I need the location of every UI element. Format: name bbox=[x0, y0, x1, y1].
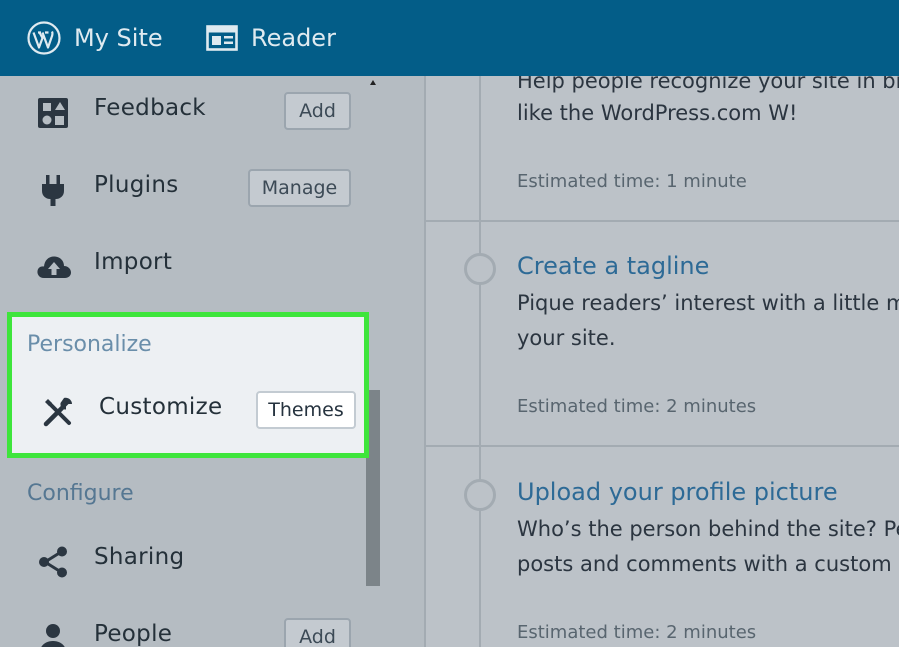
checklist-timeline bbox=[479, 76, 481, 647]
plugins-manage-button[interactable]: Manage bbox=[248, 169, 351, 207]
sidebar-item-people[interactable]: People Add bbox=[0, 606, 364, 647]
reader-nav[interactable]: Reader bbox=[206, 0, 336, 76]
sidebar-item-customize[interactable]: Customize Themes bbox=[5, 379, 369, 439]
sidebar-item-plugins[interactable]: Plugins Manage bbox=[0, 157, 364, 217]
share-icon bbox=[36, 545, 70, 579]
task-description: Who’s the person behind the site? Pe bbox=[517, 517, 899, 541]
section-header-personalize: Personalize bbox=[27, 332, 152, 357]
person-icon bbox=[36, 622, 70, 647]
personalize-highlight: Personalize Customize Themes bbox=[7, 312, 369, 458]
customize-themes-button[interactable]: Themes bbox=[256, 391, 356, 429]
feedback-add-button[interactable]: Add bbox=[284, 92, 351, 130]
task-status-circle-icon bbox=[464, 253, 496, 285]
task-divider bbox=[424, 220, 899, 222]
plugin-icon bbox=[36, 173, 70, 207]
people-add-button[interactable]: Add bbox=[284, 618, 351, 647]
cloud-upload-icon bbox=[36, 250, 71, 284]
main-content: Help people recognize your site in bro l… bbox=[382, 76, 899, 647]
section-header-configure: Configure bbox=[27, 481, 134, 506]
sidebar-item-label: Feedback bbox=[94, 95, 206, 121]
task-estimated-time: Estimated time: 1 minute bbox=[517, 171, 747, 192]
reader-label: Reader bbox=[251, 24, 336, 52]
task-description: your site. bbox=[517, 326, 616, 350]
feedback-icon bbox=[36, 96, 70, 130]
wordpress-logo-icon bbox=[27, 21, 61, 55]
sidebar-item-sharing[interactable]: Sharing bbox=[0, 529, 364, 589]
sidebar-item-label: Plugins bbox=[94, 172, 179, 198]
task-title[interactable]: Upload your profile picture bbox=[517, 478, 838, 506]
sidebar-item-label: Sharing bbox=[94, 544, 185, 570]
reader-icon bbox=[206, 25, 238, 51]
masterbar: My Site Reader bbox=[0, 0, 899, 76]
task-description: like the WordPress.com W! bbox=[517, 101, 798, 125]
task-description: posts and comments with a custom p bbox=[517, 552, 899, 576]
scroll-up-arrow-icon[interactable] bbox=[370, 80, 376, 85]
sidebar-item-feedback[interactable]: Feedback Add bbox=[0, 80, 364, 140]
task-estimated-time: Estimated time: 2 minutes bbox=[517, 622, 757, 643]
sidebar-item-import[interactable]: Import bbox=[0, 234, 364, 294]
task-estimated-time: Estimated time: 2 minutes bbox=[517, 396, 757, 417]
sidebar-item-label: People bbox=[94, 621, 173, 647]
sidebar-item-label: Customize bbox=[99, 394, 223, 420]
task-divider bbox=[424, 445, 899, 447]
my-site-nav[interactable]: My Site bbox=[27, 0, 163, 76]
task-title[interactable]: Create a tagline bbox=[517, 252, 709, 280]
sidebar-item-label: Import bbox=[94, 249, 173, 275]
task-description: Pique readers’ interest with a little mo bbox=[517, 291, 899, 315]
my-site-label: My Site bbox=[74, 24, 163, 52]
task-status-circle-icon bbox=[464, 479, 496, 511]
tools-icon bbox=[41, 395, 75, 429]
